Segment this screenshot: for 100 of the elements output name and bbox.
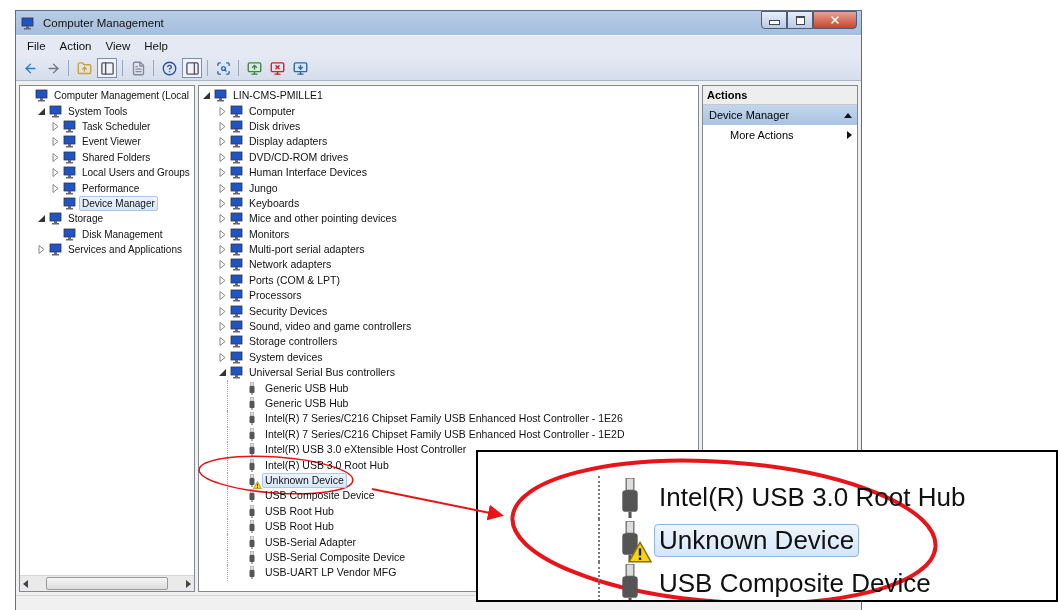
monitor-icon <box>229 150 243 164</box>
tree-item[interactable]: Event Viewer <box>79 134 144 150</box>
tree-item[interactable]: Intel(R) 7 Series/C216 Chipset Family USB Enhanced Host Controller - 1E26 <box>262 411 626 427</box>
menu-item[interactable]: Action <box>52 40 99 52</box>
tree-item[interactable]: Storage controllers <box>246 334 341 350</box>
tree-item[interactable]: USB-UART LP Vendor MFG <box>262 565 400 581</box>
monitor-icon <box>229 273 243 287</box>
caret-icon[interactable] <box>37 214 46 224</box>
close-icon <box>829 14 841 26</box>
monitor-icon <box>229 119 243 133</box>
action-item[interactable]: More Actions <box>703 125 857 145</box>
tree-item[interactable]: Intel(R) USB 3.0 eXtensible Host Controller <box>262 442 470 458</box>
tree-item[interactable]: Sound, video and game controllers <box>246 319 415 335</box>
monitor-icon <box>48 104 62 118</box>
tree-item[interactable]: Monitors <box>246 226 293 242</box>
tree-item[interactable]: USB-Serial Composite Device <box>262 549 409 565</box>
horizontal-scrollbar[interactable] <box>20 575 194 591</box>
monitor-icon <box>62 135 76 149</box>
tree-item[interactable]: Ports (COM & LPT) <box>246 272 343 288</box>
caret-icon[interactable] <box>202 91 211 101</box>
usb-plug-icon <box>620 520 640 561</box>
tree-item[interactable]: Computer <box>246 103 299 119</box>
monitor-icon <box>229 196 243 210</box>
close-button[interactable] <box>813 11 857 29</box>
monitor-icon <box>229 166 243 180</box>
tree-item[interactable]: Jungo <box>246 180 281 196</box>
menu-item[interactable]: File <box>20 40 53 52</box>
monitor-icon <box>229 335 243 349</box>
monitor-icon <box>62 196 76 210</box>
monitor-icon <box>229 181 243 195</box>
tree-item[interactable]: USB-Serial Adapter <box>262 534 360 550</box>
monitor-icon <box>229 227 243 241</box>
panel-right-button[interactable] <box>182 58 202 78</box>
tree-item[interactable]: DVD/CD-ROM drives <box>246 149 352 165</box>
tree-item[interactable]: System Tools <box>65 103 131 119</box>
caret-icon[interactable] <box>37 106 46 116</box>
tree-item[interactable]: Storage <box>65 211 107 227</box>
tree-item[interactable]: Keyboards <box>246 195 303 211</box>
tree-item[interactable]: Device Manager <box>79 195 158 211</box>
panel-left-button[interactable] <box>97 58 117 78</box>
actions-header: Actions <box>703 86 857 105</box>
monitor-x-icon <box>269 60 285 76</box>
monitor-icon <box>229 243 243 257</box>
tree-item[interactable]: Human Interface Devices <box>246 165 370 181</box>
folder-up-icon <box>76 60 92 76</box>
help-icon <box>161 60 177 76</box>
section-label: Device Manager <box>709 109 790 121</box>
tree-item[interactable]: LIN-CMS-PMILLE1 <box>230 88 326 104</box>
tree-item[interactable]: Universal Serial Bus controllers <box>246 365 398 381</box>
caret-left-icon[interactable] <box>22 579 29 588</box>
tree-item[interactable]: Multi-port serial adapters <box>246 242 368 258</box>
tree-item[interactable]: Task Scheduler <box>79 118 154 134</box>
menu-item[interactable]: View <box>98 40 138 52</box>
monitor-icon <box>229 212 243 226</box>
tree-item[interactable]: Local Users and Groups <box>79 165 193 181</box>
tree-item[interactable]: USB Root Hub <box>262 503 337 519</box>
monitor-icon <box>229 289 243 303</box>
panel-left-icon <box>99 60 115 76</box>
monitor-icon <box>229 320 243 334</box>
back-arrow-icon <box>22 60 38 76</box>
tree-item[interactable]: Performance <box>79 180 143 196</box>
tree-item[interactable]: USB Root Hub <box>262 519 337 535</box>
usb-plug-icon <box>620 477 640 518</box>
tree-item: Unknown Device <box>654 524 860 557</box>
monitor-icon <box>229 135 243 149</box>
actions-section[interactable]: Device Manager <box>703 105 857 125</box>
maximize-button[interactable] <box>787 11 813 29</box>
tree-item[interactable]: Computer Management (Local <box>51 88 193 104</box>
tree-item[interactable]: Disk Management <box>79 226 166 242</box>
window-title: Computer Management <box>43 17 164 29</box>
usb-plug-icon <box>620 563 640 600</box>
caret-right-icon[interactable] <box>185 579 192 588</box>
tree-item[interactable]: Generic USB Hub <box>262 380 352 396</box>
panel-right-icon <box>184 60 200 76</box>
monitor-icon <box>62 227 76 241</box>
minimize-button[interactable] <box>761 11 787 29</box>
tree-item[interactable]: Shared Folders <box>79 149 154 165</box>
tree-item[interactable]: Services and Applications <box>65 242 185 258</box>
monitor-icon <box>229 366 243 380</box>
action-label: More Actions <box>730 129 794 141</box>
tree-item[interactable]: Disk drives <box>246 118 304 134</box>
tree-item[interactable]: Network adapters <box>246 257 335 273</box>
monitor-icon <box>229 304 243 318</box>
tree-item[interactable]: Intel(R) 7 Series/C216 Chipset Family USB Enhanced Host Controller - 1E2D <box>262 426 628 442</box>
monitor-icon <box>213 89 227 103</box>
tree-item[interactable]: Display adapters <box>246 134 331 150</box>
tree-item[interactable]: System devices <box>246 349 326 365</box>
tree-item[interactable]: Unknown Device <box>262 472 347 488</box>
monitor-down-icon <box>292 60 308 76</box>
forward-arrow-icon <box>45 60 61 76</box>
menu-item[interactable]: Help <box>137 40 175 52</box>
tree-item[interactable]: Processors <box>246 288 305 304</box>
scan-search-icon <box>215 60 231 76</box>
monitor-icon <box>34 89 48 103</box>
caret-icon[interactable] <box>218 368 227 378</box>
monitor-icon <box>62 166 76 180</box>
tree-item[interactable]: Mice and other pointing devices <box>246 211 400 227</box>
tree-item[interactable]: Security Devices <box>246 303 331 319</box>
monitor-up-icon <box>246 60 262 76</box>
tree-item[interactable]: Generic USB Hub <box>262 396 352 411</box>
